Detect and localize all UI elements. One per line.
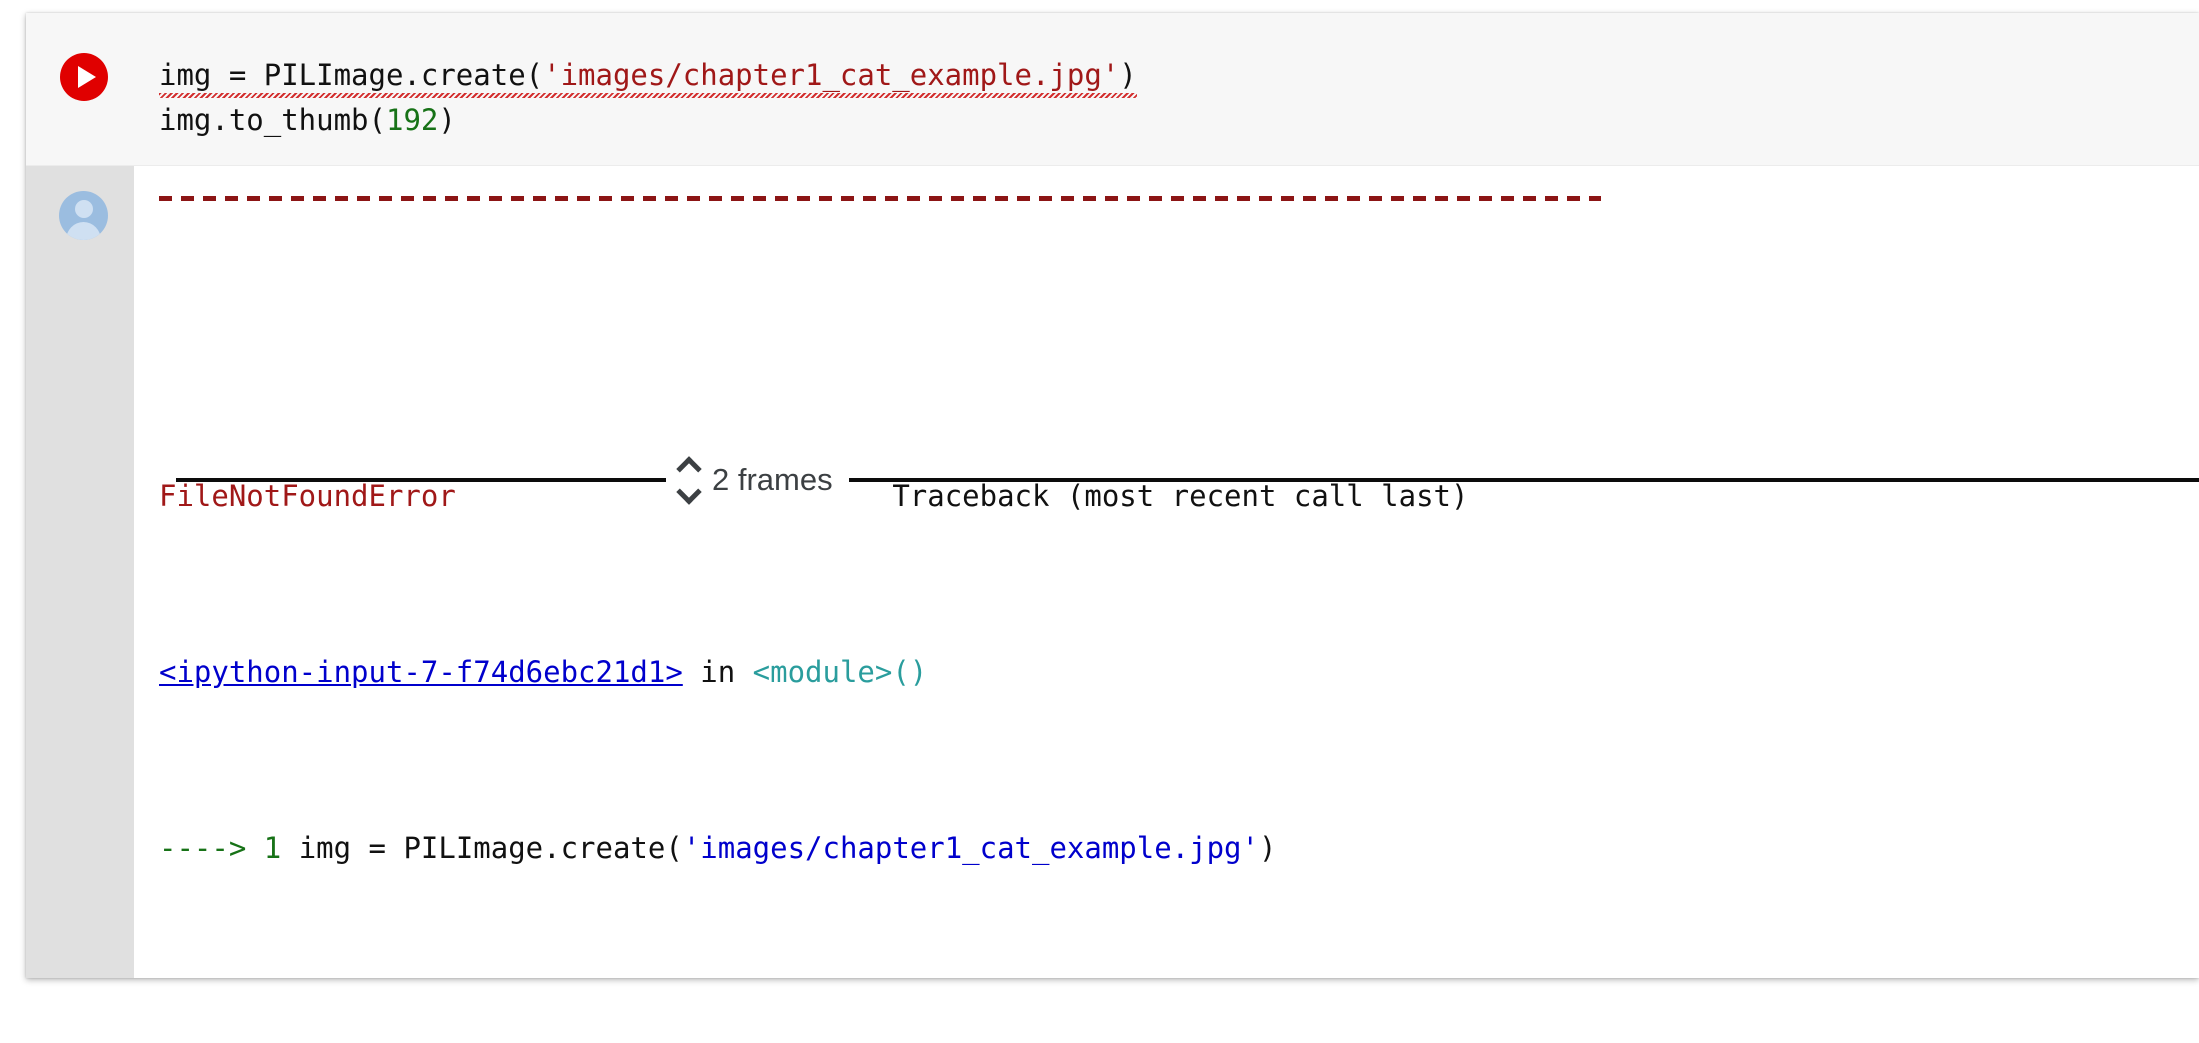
frame1-code-1-paren: ): [1258, 831, 1277, 865]
chevron-up: [676, 455, 702, 482]
code-line-2-call: img.to_thumb(: [159, 103, 386, 137]
frame1-arrow: ---->: [159, 831, 264, 865]
frame1-scope: <module>(): [752, 655, 928, 689]
frame1-code-1-plain: img = PILImage.create(: [281, 831, 683, 865]
code-line-1: img = PILImage.create('images/chapter1_c…: [159, 58, 1137, 92]
chevron-down: [676, 478, 702, 505]
error-output-cell: FileNotFoundError Traceback (most recent…: [26, 166, 2199, 978]
frames-rule-right: [848, 478, 2199, 482]
code-line-2-number: 192: [385, 103, 439, 137]
frames-rule-left: [176, 478, 666, 482]
frame1-code-1-string: 'images/chapter1_cat_example.jpg': [682, 831, 1259, 865]
code-line-1-call: img = PILImage.create(: [159, 58, 544, 92]
avatar-head: [74, 200, 93, 218]
collapsed-frames-label: 2 frames: [712, 462, 833, 497]
frame1-code-line-1: ----> 1 img = PILImage.create('images/ch…: [159, 826, 2199, 870]
play-triangle: [78, 66, 96, 88]
output-gutter: [26, 166, 134, 978]
code-editor[interactable]: img = PILImage.create('images/chapter1_c…: [159, 53, 1137, 143]
user-avatar-icon: [59, 191, 108, 240]
code-input-cell: img = PILImage.create('images/chapter1_c…: [26, 13, 2199, 166]
traceback-text: FileNotFoundError Traceback (most recent…: [159, 166, 2199, 978]
chevron-up-down-icon[interactable]: [676, 455, 702, 505]
play-icon[interactable]: [60, 53, 108, 101]
collapsed-frames-toggle[interactable]: 2 frames: [176, 455, 2199, 505]
code-line-1-string: 'images/chapter1_cat_example.jpg': [543, 58, 1120, 92]
frame1-lineno-1: 1: [263, 831, 282, 865]
frame1-location-line: <ipython-input-7-f74d6ebc21d1> in <modul…: [159, 650, 2199, 694]
code-line-1-paren: ): [1119, 58, 1137, 92]
run-gutter: [26, 13, 134, 165]
avatar-body: [66, 222, 101, 240]
notebook-cell-container: img = PILImage.create('images/chapter1_c…: [26, 13, 2199, 978]
frame1-space2: [735, 655, 752, 689]
frame1-in: in: [700, 655, 736, 689]
traceback-spacer-line: [159, 298, 2199, 342]
code-line-2-paren: ): [438, 103, 456, 137]
frame1-in-word: [683, 655, 700, 689]
code-line-2: img.to_thumb(192): [159, 103, 456, 137]
frame1-location-link[interactable]: <ipython-input-7-f74d6ebc21d1>: [159, 655, 683, 689]
